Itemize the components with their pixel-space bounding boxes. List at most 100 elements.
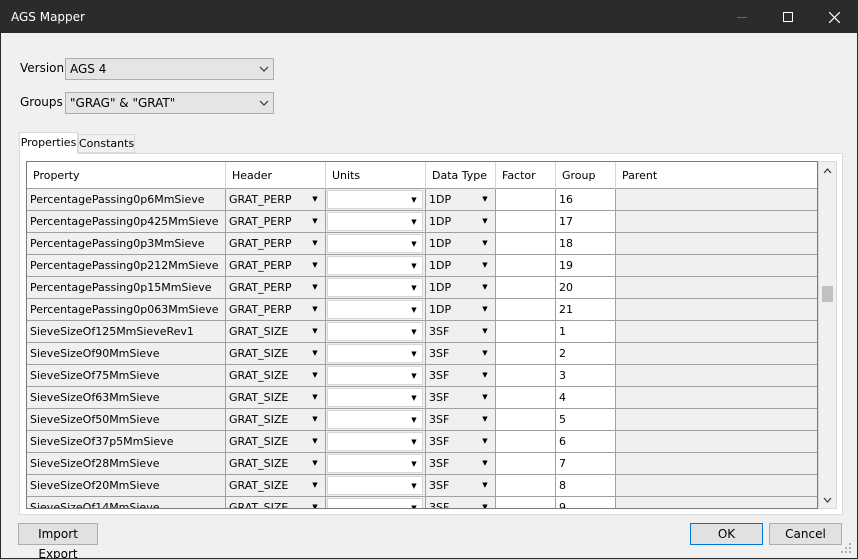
cell-units[interactable]: ▼ <box>326 365 426 387</box>
cell-parent[interactable] <box>616 497 817 508</box>
cell-factor[interactable] <box>496 453 556 475</box>
cell-factor[interactable] <box>496 321 556 343</box>
cell-group[interactable]: 8 <box>556 475 616 497</box>
cell-parent[interactable] <box>616 299 817 321</box>
cell-header[interactable]: GRAT_SIZE ▼ <box>226 365 326 387</box>
cell-data-type-dropdown[interactable]: 3SF ▼ <box>427 366 493 385</box>
cell-factor[interactable] <box>496 387 556 409</box>
cell-header-dropdown[interactable]: GRAT_SIZE ▼ <box>227 432 323 451</box>
ok-button[interactable]: OK <box>690 523 763 545</box>
scroll-thumb[interactable] <box>822 286 833 302</box>
table-row[interactable]: SieveSizeOf14MmSieve GRAT_SIZE ▼ ▼ 3SF ▼ 9 <box>27 497 817 508</box>
cell-data-type-dropdown[interactable]: 1DP ▼ <box>427 278 493 297</box>
cell-units-dropdown[interactable]: ▼ <box>327 498 423 508</box>
cell-data-type[interactable]: 3SF ▼ <box>426 409 496 431</box>
cell-units[interactable]: ▼ <box>326 233 426 255</box>
cell-header[interactable]: GRAT_PERP ▼ <box>226 233 326 255</box>
cell-data-type[interactable]: 1DP ▼ <box>426 233 496 255</box>
cell-units-dropdown[interactable]: ▼ <box>327 190 423 209</box>
cell-group[interactable]: 18 <box>556 233 616 255</box>
cell-data-type-dropdown[interactable]: 1DP ▼ <box>427 190 493 209</box>
cell-data-type[interactable]: 3SF ▼ <box>426 453 496 475</box>
cell-data-type-dropdown[interactable]: 3SF ▼ <box>427 410 493 429</box>
cell-parent[interactable] <box>616 321 817 343</box>
cell-parent[interactable] <box>616 211 817 233</box>
cell-header[interactable]: GRAT_SIZE ▼ <box>226 321 326 343</box>
cell-group[interactable]: 5 <box>556 409 616 431</box>
cell-factor[interactable] <box>496 497 556 508</box>
column-header-data-type[interactable]: Data Type <box>426 162 496 189</box>
cell-parent[interactable] <box>616 255 817 277</box>
cell-data-type-dropdown[interactable]: 1DP ▼ <box>427 256 493 275</box>
cell-header[interactable]: GRAT_PERP ▼ <box>226 211 326 233</box>
cell-group[interactable]: 6 <box>556 431 616 453</box>
scroll-down-button[interactable] <box>819 491 836 508</box>
cell-data-type[interactable]: 3SF ▼ <box>426 475 496 497</box>
cell-units-dropdown[interactable]: ▼ <box>327 256 423 275</box>
cell-data-type[interactable]: 3SF ▼ <box>426 431 496 453</box>
cell-units[interactable]: ▼ <box>326 189 426 211</box>
import-export-button[interactable]: Import Export <box>18 523 98 559</box>
cell-data-type-dropdown[interactable]: 1DP ▼ <box>427 300 493 319</box>
cell-header-dropdown[interactable]: GRAT_PERP ▼ <box>227 278 323 297</box>
cell-units[interactable]: ▼ <box>326 277 426 299</box>
tab-constants[interactable]: Constants <box>78 134 135 153</box>
cell-parent[interactable] <box>616 475 817 497</box>
tab-properties[interactable]: Properties <box>19 132 78 154</box>
table-row[interactable]: SieveSizeOf50MmSieve GRAT_SIZE ▼ ▼ 3SF ▼ 5 <box>27 409 817 431</box>
cell-units-dropdown[interactable]: ▼ <box>327 432 423 451</box>
cell-header[interactable]: GRAT_PERP ▼ <box>226 299 326 321</box>
table-row[interactable]: PercentagePassing0p3MmSieve GRAT_PERP ▼ ▼ 1D… <box>27 233 817 255</box>
cell-data-type-dropdown[interactable]: 3SF ▼ <box>427 432 493 451</box>
cell-factor[interactable] <box>496 233 556 255</box>
table-row[interactable]: SieveSizeOf28MmSieve GRAT_SIZE ▼ ▼ 3SF ▼ 7 <box>27 453 817 475</box>
cell-header-dropdown[interactable]: GRAT_SIZE ▼ <box>227 322 323 341</box>
cell-data-type-dropdown[interactable]: 3SF ▼ <box>427 476 493 495</box>
table-row[interactable]: PercentagePassing0p15MmSieve GRAT_PERP ▼ ▼ 1… <box>27 277 817 299</box>
cell-header[interactable]: GRAT_SIZE ▼ <box>226 453 326 475</box>
cell-data-type[interactable]: 3SF ▼ <box>426 321 496 343</box>
cell-parent[interactable] <box>616 409 817 431</box>
cell-factor[interactable] <box>496 255 556 277</box>
maximize-button[interactable] <box>765 1 811 33</box>
cell-header[interactable]: GRAT_SIZE ▼ <box>226 431 326 453</box>
cell-units-dropdown[interactable]: ▼ <box>327 476 423 495</box>
table-row[interactable]: PercentagePassing0p212MmSieve GRAT_PERP ▼ ▼… <box>27 255 817 277</box>
column-header-parent[interactable]: Parent <box>616 162 817 189</box>
cell-group[interactable]: 4 <box>556 387 616 409</box>
cell-units-dropdown[interactable]: ▼ <box>327 278 423 297</box>
cell-header-dropdown[interactable]: GRAT_SIZE ▼ <box>227 454 323 473</box>
column-header-group[interactable]: Group <box>556 162 616 189</box>
cell-units-dropdown[interactable]: ▼ <box>327 322 423 341</box>
cell-data-type[interactable]: 3SF ▼ <box>426 365 496 387</box>
table-row[interactable]: PercentagePassing0p063MmSieve GRAT_PERP ▼ ▼… <box>27 299 817 321</box>
column-header-property[interactable]: Property <box>27 162 226 189</box>
cell-data-type-dropdown[interactable]: 1DP ▼ <box>427 212 493 231</box>
column-header-factor[interactable]: Factor <box>496 162 556 189</box>
cell-data-type[interactable]: 1DP ▼ <box>426 189 496 211</box>
cell-header-dropdown[interactable]: GRAT_PERP ▼ <box>227 234 323 253</box>
cell-data-type-dropdown[interactable]: 1DP ▼ <box>427 234 493 253</box>
cell-header[interactable]: GRAT_PERP ▼ <box>226 255 326 277</box>
cell-group[interactable]: 21 <box>556 299 616 321</box>
cell-factor[interactable] <box>496 365 556 387</box>
cell-units-dropdown[interactable]: ▼ <box>327 234 423 253</box>
cell-units[interactable]: ▼ <box>326 255 426 277</box>
table-row[interactable]: SieveSizeOf125MmSieveRev1 GRAT_SIZE ▼ ▼ 3SF ▼… <box>27 321 817 343</box>
cell-group[interactable]: 17 <box>556 211 616 233</box>
cell-group[interactable]: 19 <box>556 255 616 277</box>
cell-parent[interactable] <box>616 365 817 387</box>
title-bar[interactable]: AGS Mapper <box>1 1 857 33</box>
cell-parent[interactable] <box>616 387 817 409</box>
cell-group[interactable]: 16 <box>556 189 616 211</box>
cell-units[interactable]: ▼ <box>326 475 426 497</box>
cell-units-dropdown[interactable]: ▼ <box>327 212 423 231</box>
cell-header[interactable]: GRAT_PERP ▼ <box>226 189 326 211</box>
table-row[interactable]: SieveSizeOf63MmSieve GRAT_SIZE ▼ ▼ 3SF ▼ 4 <box>27 387 817 409</box>
cell-group[interactable]: 20 <box>556 277 616 299</box>
cell-data-type-dropdown[interactable]: 3SF ▼ <box>427 454 493 473</box>
cell-units[interactable]: ▼ <box>326 211 426 233</box>
cell-header-dropdown[interactable]: GRAT_SIZE ▼ <box>227 476 323 495</box>
cell-group[interactable]: 3 <box>556 365 616 387</box>
table-row[interactable]: SieveSizeOf90MmSieve GRAT_SIZE ▼ ▼ 3SF ▼ 2 <box>27 343 817 365</box>
